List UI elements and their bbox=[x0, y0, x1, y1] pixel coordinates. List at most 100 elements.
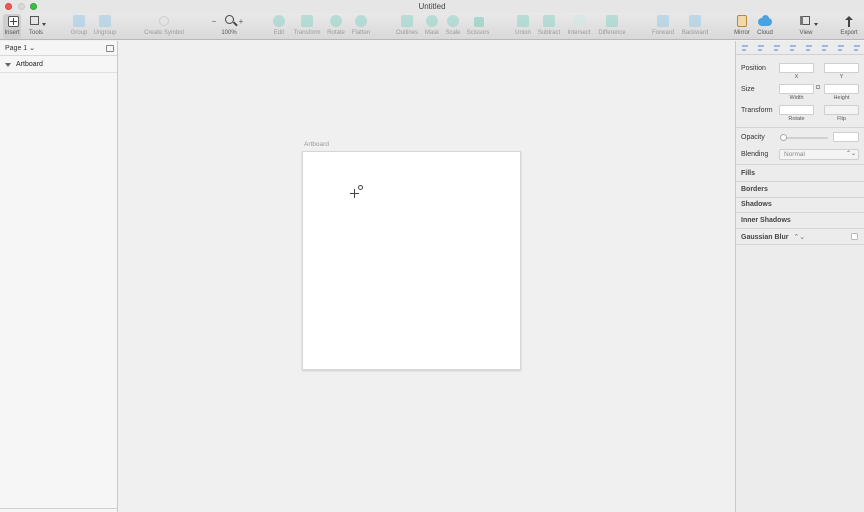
difference-icon bbox=[605, 15, 619, 28]
subtract-button[interactable]: Subtract bbox=[535, 14, 563, 39]
rotate-input[interactable] bbox=[779, 105, 814, 115]
updown-arrows-icon: ⌃⌄ bbox=[845, 151, 856, 157]
opacity-slider-track[interactable] bbox=[786, 137, 828, 139]
distribute-horizontal-icon[interactable] bbox=[740, 44, 751, 52]
group-icon bbox=[72, 15, 86, 28]
zoom-in-button[interactable]: + bbox=[237, 14, 245, 39]
tools-button[interactable]: Tools bbox=[26, 14, 46, 39]
fills-section[interactable]: Fills bbox=[741, 170, 755, 177]
edit-icon bbox=[272, 15, 286, 28]
zoom-icon bbox=[222, 15, 236, 28]
gaussian-blur-section[interactable]: Gaussian Blur ⌃⌄ bbox=[741, 233, 805, 241]
flip-label: Flip bbox=[837, 116, 846, 122]
layer-name: Artboard bbox=[16, 61, 43, 68]
layer-item-artboard[interactable]: Artboard bbox=[0, 56, 117, 73]
export-icon bbox=[842, 15, 856, 28]
position-x-label: X bbox=[794, 74, 799, 80]
difference-button[interactable]: Difference bbox=[596, 14, 628, 39]
intersect-button[interactable]: Intersect bbox=[565, 14, 593, 39]
plus-square-icon bbox=[5, 15, 19, 28]
canvas[interactable]: Artboard bbox=[119, 41, 735, 512]
union-button[interactable]: Union bbox=[513, 14, 533, 39]
scale-icon bbox=[446, 15, 460, 28]
scale-button[interactable]: Scale bbox=[444, 14, 462, 39]
separator bbox=[736, 212, 864, 213]
lock-icon[interactable] bbox=[816, 85, 820, 89]
page-selector[interactable]: Page 1 ⌄ bbox=[0, 41, 117, 56]
outlines-icon bbox=[400, 15, 414, 28]
forward-icon bbox=[656, 15, 670, 28]
separator bbox=[736, 164, 864, 165]
artboard-title[interactable]: Artboard bbox=[304, 141, 329, 148]
forward-button[interactable]: Forward bbox=[650, 14, 676, 39]
view-icon bbox=[799, 15, 818, 28]
scissors-button[interactable]: Scissors bbox=[464, 14, 492, 39]
rotate-button[interactable]: Rotate bbox=[325, 14, 347, 39]
position-x-input[interactable] bbox=[779, 63, 814, 73]
chevron-down-icon: ⌄ bbox=[29, 45, 36, 52]
align-top-icon[interactable] bbox=[820, 44, 831, 52]
opacity-input[interactable] bbox=[833, 132, 859, 142]
mask-icon bbox=[425, 15, 439, 28]
position-label: Position bbox=[741, 65, 766, 72]
oval-cursor-icon bbox=[358, 185, 363, 190]
scissors-icon bbox=[471, 15, 485, 28]
gaussian-blur-checkbox[interactable] bbox=[851, 233, 858, 240]
align-center-icon[interactable] bbox=[788, 44, 799, 52]
flip-buttons[interactable] bbox=[824, 105, 859, 115]
layers-panel: Page 1 ⌄ Artboard bbox=[0, 41, 118, 512]
separator bbox=[736, 181, 864, 182]
ungroup-button[interactable]: Ungroup bbox=[92, 14, 118, 39]
cloud-icon bbox=[758, 15, 772, 28]
group-button[interactable]: Group bbox=[68, 14, 90, 39]
position-y-input[interactable] bbox=[824, 63, 859, 73]
export-button[interactable]: Export bbox=[838, 14, 860, 39]
page-name: Page 1 bbox=[5, 45, 28, 52]
blending-select[interactable]: Normal ⌃⌄ bbox=[779, 149, 859, 160]
view-button[interactable]: View bbox=[795, 14, 818, 39]
subtract-icon bbox=[542, 15, 556, 28]
intersect-icon bbox=[572, 15, 586, 28]
toolbar: Insert Tools Group Ungroup Create Symbol… bbox=[0, 13, 864, 40]
opacity-slider-knob[interactable] bbox=[780, 134, 787, 141]
flatten-button[interactable]: Flatten bbox=[349, 14, 373, 39]
create-symbol-icon bbox=[157, 15, 171, 28]
height-input[interactable] bbox=[824, 84, 859, 94]
gaussian-blur-label: Gaussian Blur bbox=[741, 234, 789, 241]
width-input[interactable] bbox=[779, 84, 814, 94]
edit-button[interactable]: Edit bbox=[271, 14, 287, 39]
transform-button[interactable]: Transform bbox=[291, 14, 323, 39]
blending-value: Normal bbox=[784, 151, 805, 158]
transform-icon bbox=[300, 15, 314, 28]
align-left-icon[interactable] bbox=[772, 44, 783, 52]
separator bbox=[736, 197, 864, 198]
zoom-out-button[interactable]: − bbox=[210, 14, 218, 39]
blending-label: Blending bbox=[741, 151, 769, 158]
zoom-level[interactable]: 100% bbox=[219, 14, 239, 39]
backward-icon bbox=[688, 15, 702, 28]
outlines-button[interactable]: Outlines bbox=[394, 14, 420, 39]
create-symbol-button[interactable]: Create Symbol bbox=[141, 14, 187, 39]
inner-shadows-section[interactable]: Inner Shadows bbox=[741, 217, 791, 224]
alignment-toolbar bbox=[736, 41, 864, 55]
backward-button[interactable]: Backward bbox=[679, 14, 711, 39]
height-label: Height bbox=[833, 95, 850, 101]
cloud-button[interactable]: Cloud bbox=[754, 14, 776, 39]
borders-section[interactable]: Borders bbox=[741, 186, 768, 193]
artboard[interactable] bbox=[302, 151, 521, 370]
align-middle-icon[interactable] bbox=[836, 44, 847, 52]
distribute-vertical-icon[interactable] bbox=[756, 44, 767, 52]
updown-arrows-icon[interactable]: ⌃⌄ bbox=[793, 234, 805, 241]
mask-button[interactable]: Mask bbox=[423, 14, 441, 39]
width-label: Width bbox=[789, 95, 804, 101]
insert-button[interactable]: Insert bbox=[3, 14, 21, 39]
align-right-icon[interactable] bbox=[804, 44, 815, 52]
shadows-section[interactable]: Shadows bbox=[741, 201, 772, 208]
align-bottom-icon[interactable] bbox=[852, 44, 863, 52]
disclosure-triangle-icon[interactable] bbox=[5, 63, 11, 67]
rotate-label: Rotate bbox=[788, 116, 805, 122]
union-icon bbox=[516, 15, 530, 28]
ungroup-icon bbox=[98, 15, 112, 28]
mirror-button[interactable]: Mirror bbox=[731, 14, 753, 39]
add-page-icon[interactable] bbox=[106, 45, 114, 52]
